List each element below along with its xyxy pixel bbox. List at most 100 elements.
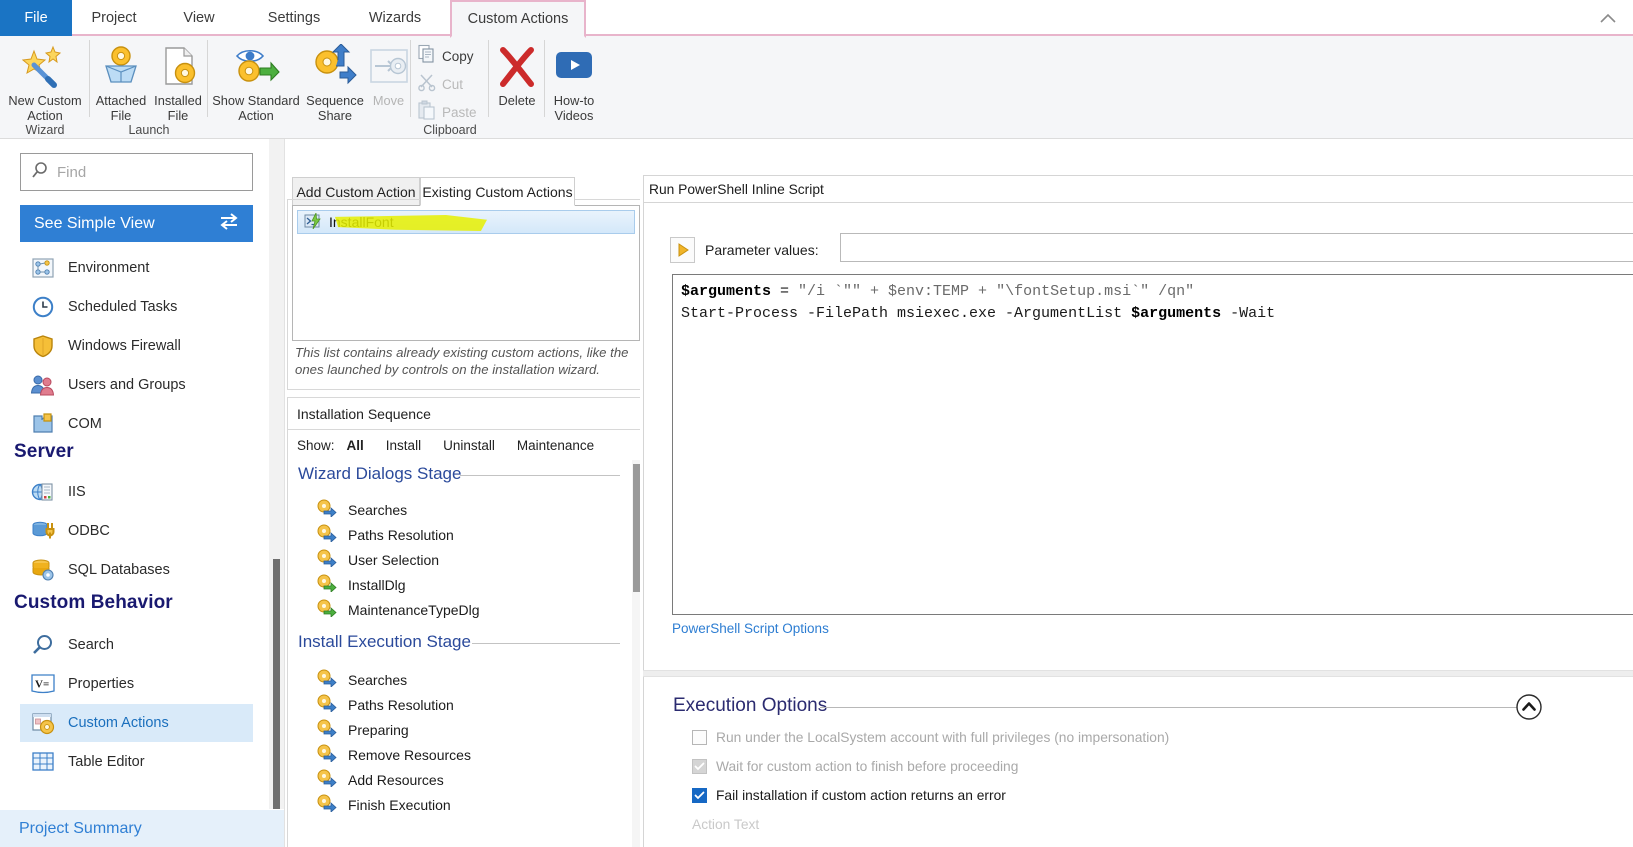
tab-custom-actions-label: Custom Actions xyxy=(468,11,569,27)
see-simple-view-button[interactable]: See Simple View xyxy=(20,205,253,242)
sequence-item[interactable]: Searches xyxy=(316,669,407,690)
sequence-item[interactable]: Paths Resolution xyxy=(316,694,454,715)
magic-wand-star-icon xyxy=(22,40,68,92)
attached-file-icon xyxy=(100,40,142,92)
sidebar-item-users-and-groups[interactable]: Users and Groups xyxy=(20,366,253,404)
sidebar-item-sql-databases[interactable]: SQL Databases xyxy=(20,551,253,589)
sidebar-item-properties[interactable]: V= Properties xyxy=(20,665,253,703)
stage-header-wizard-dialogs: Wizard Dialogs Stage xyxy=(298,464,461,484)
custom-actions-listbox[interactable]: InstallFont xyxy=(292,205,640,341)
sequence-item[interactable]: Paths Resolution xyxy=(316,524,454,545)
sequence-item[interactable]: MaintenanceTypeDlg xyxy=(316,599,480,620)
copy-button[interactable]: Copy xyxy=(417,44,474,69)
list-hint-text: This list contains already existing cust… xyxy=(295,344,635,378)
attached-file-button[interactable]: AttachedFile xyxy=(92,40,150,123)
sidebar-item-com[interactable]: COM xyxy=(20,405,253,443)
panel-border-lower xyxy=(643,677,644,847)
installation-sequence-title: Installation Sequence xyxy=(288,398,644,430)
howto-videos-button[interactable]: How-toVideos xyxy=(547,40,601,123)
sidebar-item-environment[interactable]: Environment xyxy=(20,249,253,287)
list-item-installfont[interactable]: InstallFont xyxy=(297,210,635,234)
search-icon xyxy=(31,161,49,184)
checkbox-action-text-row[interactable]: Action Text xyxy=(692,817,759,832)
ribbon-group-wizard: New CustomAction Wizard xyxy=(0,36,90,139)
sequence-item[interactable]: Add Resources xyxy=(316,769,444,790)
sequence-item[interactable]: InstallDlg xyxy=(316,574,406,595)
sidebar-item-windows-firewall[interactable]: Windows Firewall xyxy=(20,327,253,365)
parameter-values-input[interactable] xyxy=(840,233,1633,262)
sequence-item[interactable]: User Selection xyxy=(316,549,439,570)
move-icon xyxy=(368,40,410,92)
play-triangle-icon[interactable] xyxy=(670,237,695,263)
checkbox-localsystem[interactable] xyxy=(692,730,707,745)
sequence-item[interactable]: Finish Execution xyxy=(316,794,451,815)
tab-wizards[interactable]: Wizards xyxy=(356,0,434,36)
sidebar-item-iis[interactable]: IIS xyxy=(20,473,253,511)
project-summary-label: Project Summary xyxy=(19,820,142,838)
powershell-script-options-link[interactable]: PowerShell Script Options xyxy=(672,621,829,636)
tab-project[interactable]: Project xyxy=(78,0,150,36)
stage-rule xyxy=(472,643,620,644)
tab-settings[interactable]: Settings xyxy=(252,0,336,36)
sidebar-item-search[interactable]: Search xyxy=(20,626,253,664)
tab-wizards-label: Wizards xyxy=(369,10,421,26)
sidebar-item-table-editor[interactable]: Table Editor xyxy=(20,743,253,781)
sequence-item-label: Paths Resolution xyxy=(348,697,454,713)
checkbox-wait-row[interactable]: Wait for custom action to finish before … xyxy=(692,759,1018,774)
ribbon: New CustomAction Wizard AttachedFile xyxy=(0,36,1633,139)
move-button: Move xyxy=(366,40,411,108)
filter-all[interactable]: All xyxy=(347,438,364,453)
sequence-item[interactable]: Remove Resources xyxy=(316,744,471,765)
script-editor[interactable]: $arguments = "/i `"" + $env:TEMP + "\fon… xyxy=(672,274,1633,615)
chevron-up-icon[interactable] xyxy=(1597,8,1619,28)
shield-icon xyxy=(30,333,56,359)
sequence-item-label: User Selection xyxy=(348,552,439,568)
swap-arrows-icon xyxy=(219,212,239,235)
sidebar-item-scheduled-tasks[interactable]: Scheduled Tasks xyxy=(20,288,253,326)
delete-button[interactable]: Delete xyxy=(491,40,543,108)
see-simple-view-label: See Simple View xyxy=(34,215,155,233)
sidebar-item-custom-actions[interactable]: Custom Actions xyxy=(20,704,253,742)
sidebar-item-label: ODBC xyxy=(68,523,110,539)
sidebar-item-odbc[interactable]: ODBC xyxy=(20,512,253,550)
tab-custom-actions[interactable]: Custom Actions xyxy=(450,0,586,38)
application-window: File Project View Settings Wizards Custo… xyxy=(0,0,1633,847)
show-standard-action-icon xyxy=(231,40,281,92)
ribbon-group-clipboard: Copy Cut xyxy=(411,36,489,139)
show-standard-action-button[interactable]: Show StandardAction xyxy=(210,40,302,123)
sidebar-header-server: Server xyxy=(14,441,74,463)
show-standard-action-label: Show StandardAction xyxy=(212,93,300,123)
filter-uninstall[interactable]: Uninstall xyxy=(443,438,495,453)
sidebar-scrollbar-track[interactable] xyxy=(269,139,284,809)
tab-view[interactable]: View xyxy=(168,0,230,36)
sequence-item[interactable]: Searches xyxy=(316,499,407,520)
cut-button: Cut xyxy=(417,72,463,97)
sidebar: Find See Simple View Environment Sched xyxy=(0,139,285,847)
environment-icon xyxy=(30,255,56,281)
installed-file-icon xyxy=(157,40,199,92)
new-custom-action-button[interactable]: New CustomAction xyxy=(3,40,87,123)
checkbox-fail[interactable] xyxy=(692,788,707,803)
filter-install[interactable]: Install xyxy=(386,438,421,453)
filter-maintenance[interactable]: Maintenance xyxy=(517,438,594,453)
properties-icon: V= xyxy=(30,671,56,697)
sidebar-scrollbar-thumb[interactable] xyxy=(273,559,280,809)
sequence-item-label: Paths Resolution xyxy=(348,527,454,543)
installed-file-label: InstalledFile xyxy=(154,93,202,123)
installed-file-button[interactable]: InstalledFile xyxy=(149,40,207,123)
project-summary-button[interactable]: Project Summary xyxy=(0,810,284,847)
chevron-up-circle-icon[interactable] xyxy=(1515,693,1543,721)
checkbox-fail-row[interactable]: Fail installation if custom action retur… xyxy=(692,788,1006,803)
find-input[interactable]: Find xyxy=(20,153,253,191)
ribbon-group-delete: Delete xyxy=(489,36,545,139)
tab-file[interactable]: File xyxy=(0,0,72,36)
checkbox-localsystem-row[interactable]: Run under the LocalSystem account with f… xyxy=(692,730,1169,745)
sequence-share-button[interactable]: SequenceShare xyxy=(304,40,366,123)
sidebar-item-label: Table Editor xyxy=(68,754,145,770)
sequence-blue-arrow-icon xyxy=(316,794,338,815)
sequence-item[interactable]: Preparing xyxy=(316,719,409,740)
checkbox-wait[interactable] xyxy=(692,759,707,774)
tab-existing-custom-actions[interactable]: Existing Custom Actions xyxy=(420,177,575,206)
sequence-blue-arrow-icon xyxy=(316,549,338,570)
sequence-item-label: Preparing xyxy=(348,722,409,738)
